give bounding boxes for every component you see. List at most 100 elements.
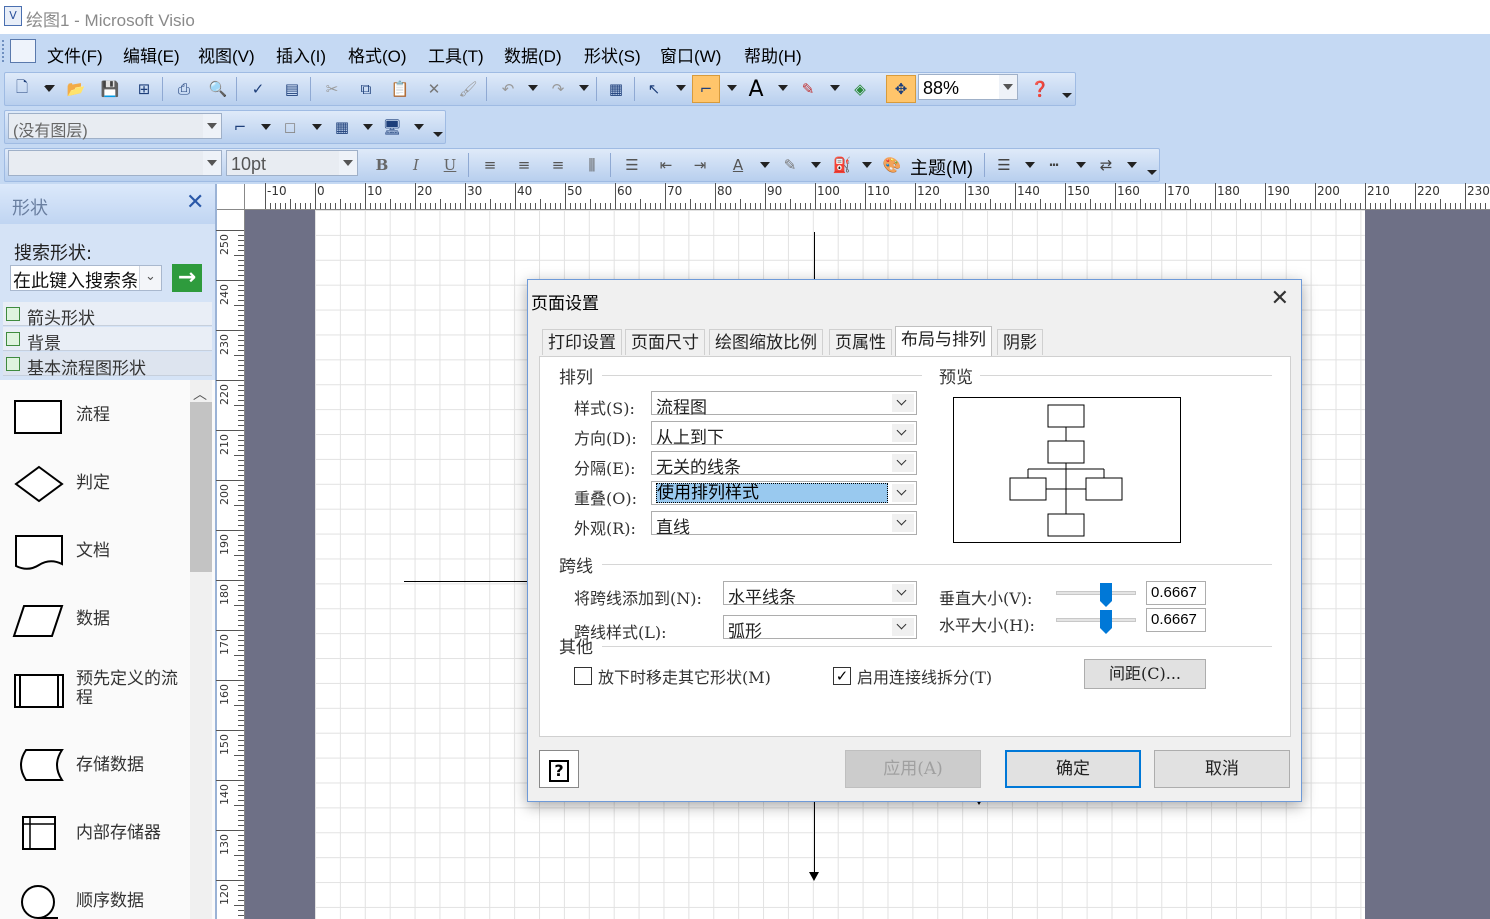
stencil-backgrounds[interactable]: 背景 [3,327,212,354]
tab-page-properties[interactable]: 页属性 [829,329,892,355]
vertical-size-input[interactable]: 0.6667 [1146,581,1206,605]
overlap-select[interactable]: 使用排列样式 [651,481,917,505]
toolbar-options-arrow[interactable] [1147,170,1157,175]
line-pattern-dropdown-arrow[interactable] [1076,162,1086,168]
font-color-icon[interactable]: A [726,153,750,177]
connection-point-icon[interactable]: ◈ [848,77,872,101]
font-name-combo[interactable] [8,150,222,176]
permission-icon[interactable]: ⊞ [132,77,156,101]
line-ends-icon[interactable]: ⇄ [1094,153,1118,177]
search-go-icon[interactable]: → [172,264,202,292]
chevron-down-icon[interactable] [892,394,914,412]
tab-print-setup[interactable]: 打印设置 [542,329,622,355]
zoom-combo[interactable]: 88% [918,74,1018,100]
connector-dropdown-arrow[interactable] [727,85,737,91]
move-shapes-checkbox[interactable] [574,667,592,685]
tab-layout-routing[interactable]: 布局与排列 [895,326,992,356]
shape-predefined-process[interactable]: 预先定义的流程 [0,656,190,732]
layer-properties-dropdown-arrow[interactable] [414,124,424,130]
pencil-dropdown-arrow[interactable] [830,85,840,91]
shape-stored-data[interactable]: 存储数据 [0,734,190,794]
shape-data[interactable]: 数据 [0,588,190,648]
apply-button[interactable]: 应用(A) [845,750,981,788]
font-size-combo[interactable]: 10pt [226,150,358,176]
horizontal-size-slider-thumb[interactable] [1100,610,1112,634]
line-weight-icon[interactable]: ☰ [992,153,1016,177]
connector-line[interactable] [814,802,815,876]
shape-internal-storage[interactable]: 内部存储器 [0,802,190,862]
vertical-size-slider[interactable] [1056,591,1136,595]
document-icon[interactable] [10,39,36,63]
align-left-icon[interactable]: ≡ [478,153,502,177]
jump-add-select[interactable]: 水平线条 [723,581,917,608]
menu-format[interactable]: 格式(O) [348,42,407,67]
copy-icon[interactable]: ⧉ [354,77,378,101]
menu-insert[interactable]: 插入(I) [276,42,326,67]
undo-dropdown-arrow[interactable] [528,85,538,91]
shape-document[interactable]: 文档 [0,520,190,580]
font-name-dropdown-arrow[interactable] [203,151,221,175]
chevron-down-icon[interactable] [892,484,914,502]
horizontal-ruler[interactable]: -10 0 10 20 30 40 50 60 70 80 90 100 110 120 130 140 150… [245,183,1490,210]
shape-sequential-data[interactable]: 顺序数据 [0,870,190,919]
font-size-dropdown-arrow[interactable] [339,151,357,175]
chevron-down-icon[interactable] [892,584,914,602]
bullets-icon[interactable]: ☰ [620,153,644,177]
menu-file[interactable]: 文件(F) [47,42,103,67]
paste-icon[interactable]: 📋 [388,77,412,101]
cut-icon[interactable]: ✂ [320,77,344,101]
text-tool-icon[interactable]: A [744,77,768,102]
separation-select[interactable]: 无关的线条 [651,451,917,478]
line-ends-dropdown-arrow[interactable] [1127,162,1137,168]
spelling-icon[interactable]: ✓ [246,77,270,101]
research-icon[interactable]: ▤ [280,77,304,101]
line-weight-dropdown-arrow[interactable] [261,124,271,130]
ok-button[interactable]: 确定 [1005,750,1141,788]
style-select[interactable]: 流程图 [651,391,917,418]
menu-help[interactable]: 帮助(H) [744,42,802,67]
menu-window[interactable]: 窗口(W) [660,42,721,67]
new-icon[interactable]: 🗋 [10,77,34,101]
stencil-arrow-shapes[interactable]: 箭头形状 [3,302,212,329]
menu-data[interactable]: 数据(D) [504,42,562,67]
spacing-button[interactable]: 间距(C)... [1084,659,1206,689]
decrease-indent-icon[interactable]: ⇤ [654,153,678,177]
theme-button[interactable]: 主题(M) [910,154,973,180]
connector-line[interactable] [404,581,528,582]
distribute-icon[interactable]: ⫼ [580,153,604,177]
tab-page-size[interactable]: 页面尺寸 [625,329,705,355]
text-dropdown-arrow[interactable] [778,85,788,91]
horizontal-size-input[interactable]: 0.6667 [1146,608,1206,632]
print-preview-icon[interactable]: 🔍 [206,77,230,101]
line-color-icon[interactable]: ✎ [778,153,802,177]
jump-style-select[interactable]: 弧形 [723,615,917,642]
zoom-dropdown-arrow[interactable] [999,75,1017,99]
vertical-size-slider-thumb[interactable] [1100,583,1112,607]
fill-pattern-icon[interactable]: ▦ [330,115,354,139]
close-icon[interactable]: ✕ [186,190,204,215]
stencil-basic-flowchart[interactable]: 基本流程图形状 [3,352,212,379]
pencil-tool-icon[interactable]: ✎ [796,77,820,101]
format-painter-icon[interactable]: 🖌 [456,77,480,101]
chevron-down-icon[interactable] [892,424,914,442]
fill-color-dropdown-arrow[interactable] [862,162,872,168]
align-center-icon[interactable]: ≡ [512,153,536,177]
split-checkbox[interactable]: ✓ [833,667,851,685]
menu-edit[interactable]: 编辑(E) [123,42,180,67]
shape-list-scrollbar[interactable]: ︿ [190,380,212,919]
appearance-select[interactable]: 直线 [651,511,917,538]
shape-decision[interactable]: 判定 [0,452,190,512]
search-input[interactable]: 在此键入搜索条 ⌄ [10,265,162,292]
horizontal-size-slider[interactable] [1056,618,1136,622]
pan-zoom-icon[interactable]: ✥ [886,75,916,103]
new-dropdown-arrow[interactable] [45,85,55,91]
tab-shadow[interactable]: 阴影 [997,329,1043,355]
print-icon[interactable]: ⎙ [172,77,196,101]
help-icon[interactable]: ? [539,750,579,788]
bold-button[interactable]: B [370,153,394,177]
line-pattern-icon[interactable]: ┅ [1042,153,1066,177]
toolbar-options-arrow[interactable] [1062,93,1072,98]
close-icon[interactable]: ✕ [1271,286,1289,311]
delete-icon[interactable]: ✕ [422,77,446,101]
pointer-tool-icon[interactable]: ↖ [642,77,666,101]
